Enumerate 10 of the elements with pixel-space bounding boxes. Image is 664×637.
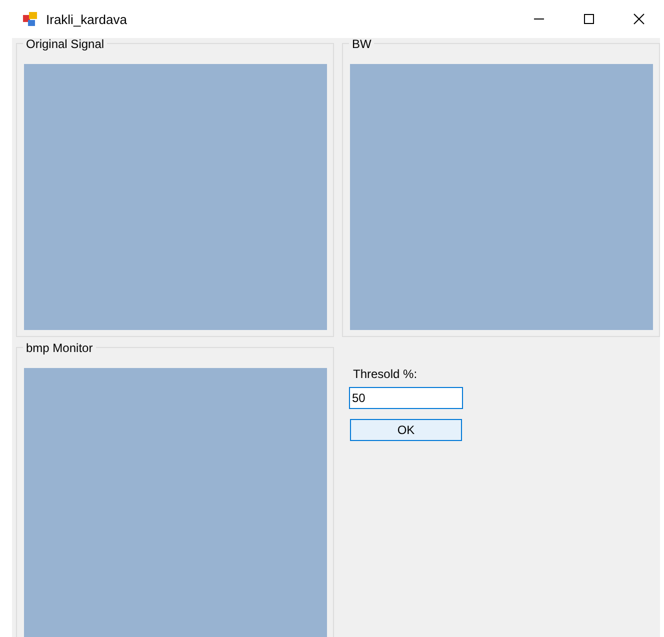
group-title: Original Signal bbox=[23, 38, 108, 51]
threshold-field[interactable]: 50 bbox=[349, 387, 463, 409]
app-icon bbox=[22, 11, 38, 27]
window-title: Irakli_kardava bbox=[46, 12, 128, 26]
group-title: BW bbox=[349, 38, 374, 51]
ok-button[interactable]: OK bbox=[350, 419, 462, 441]
maximize-icon bbox=[583, 13, 595, 25]
group-title: bmp Monitor bbox=[23, 341, 96, 355]
close-icon bbox=[633, 13, 645, 25]
threshold-label: Thresold %: bbox=[353, 367, 418, 381]
